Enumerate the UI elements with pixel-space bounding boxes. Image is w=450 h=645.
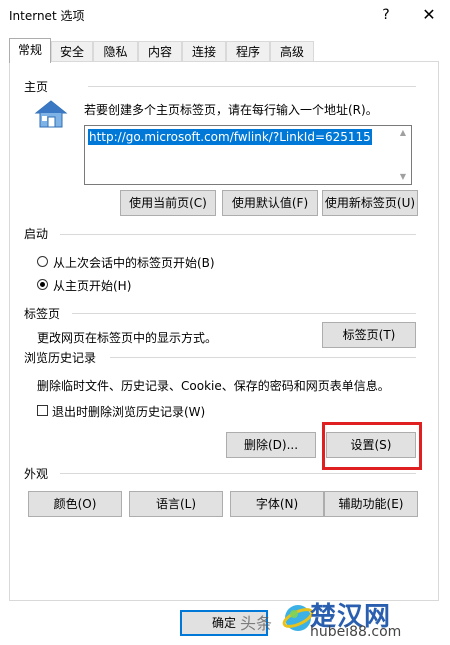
accessibility-button[interactable]: 辅助功能(E) (324, 491, 418, 517)
use-current-button[interactable]: 使用当前页(C) (120, 190, 216, 216)
tabs-section-label: 标签页 (24, 307, 61, 321)
tab-programs[interactable]: 程序 (226, 41, 270, 61)
radio-last-session-label: 从上次会话中的标签页开始(B) (53, 256, 215, 270)
colors-button[interactable]: 颜色(O) (28, 491, 122, 517)
delete-button[interactable]: 删除(D)... (226, 432, 316, 458)
history-description: 删除临时文件、历史记录、Cookie、保存的密码和网页表单信息。 (37, 379, 390, 393)
history-section-label: 浏览历史记录 (24, 351, 97, 365)
home-instruction: 若要创建多个主页标签页，请在每行输入一个地址(R)。 (84, 103, 378, 117)
tab-content[interactable]: 内容 (138, 41, 182, 61)
divider (110, 357, 416, 358)
divider (88, 86, 416, 87)
window-title: Internet 选项 (9, 9, 85, 23)
delete-on-exit-label: 退出时删除浏览历史记录(W) (52, 405, 206, 419)
tab-advanced[interactable]: 高级 (270, 41, 314, 61)
close-icon[interactable]: ✕ (418, 4, 440, 26)
fonts-button[interactable]: 字体(N) (230, 491, 324, 517)
url-scrollbar[interactable]: ▲ ▼ (395, 126, 411, 184)
use-new-tab-button[interactable]: 使用新标签页(U) (322, 190, 418, 216)
radio-home-page-label: 从主页开始(H) (53, 279, 132, 293)
title-bar: Internet 选项 ? ✕ (0, 0, 450, 30)
watermark: 头条 楚汉网 hubei88.com (232, 596, 450, 642)
divider (72, 313, 416, 314)
use-default-button[interactable]: 使用默认值(F) (222, 190, 318, 216)
tab-connections[interactable]: 连接 (182, 41, 226, 61)
home-url-value: http://go.microsoft.com/fwlink/?LinkId=6… (88, 129, 372, 145)
help-icon[interactable]: ? (375, 4, 397, 26)
divider (60, 234, 416, 235)
home-url-textarea[interactable]: http://go.microsoft.com/fwlink/?LinkId=6… (84, 125, 412, 185)
delete-on-exit-checkbox[interactable] (37, 405, 48, 416)
settings-highlight-box (322, 422, 422, 470)
appearance-section-label: 外观 (24, 467, 49, 481)
home-section-label: 主页 (24, 80, 49, 94)
tab-strip: 常规 安全 隐私 内容 连接 程序 高级 (9, 38, 445, 63)
divider (60, 473, 416, 474)
house-icon (34, 100, 68, 128)
watermark-url: hubei88.com (310, 624, 402, 640)
tab-security[interactable]: 安全 (51, 41, 93, 61)
scroll-up-icon[interactable]: ▲ (395, 126, 411, 140)
tabs-button[interactable]: 标签页(T) (322, 322, 416, 348)
scroll-down-icon[interactable]: ▼ (395, 170, 411, 184)
radio-home-page[interactable] (37, 279, 48, 290)
tabs-description: 更改网页在标签页中的显示方式。 (37, 331, 218, 345)
radio-last-session[interactable] (37, 256, 48, 267)
startup-section-label: 启动 (24, 227, 49, 241)
watermark-toutiao: 头条 (240, 614, 273, 633)
languages-button[interactable]: 语言(L) (129, 491, 223, 517)
tab-privacy[interactable]: 隐私 (93, 41, 138, 61)
tab-general[interactable]: 常规 (9, 38, 51, 63)
